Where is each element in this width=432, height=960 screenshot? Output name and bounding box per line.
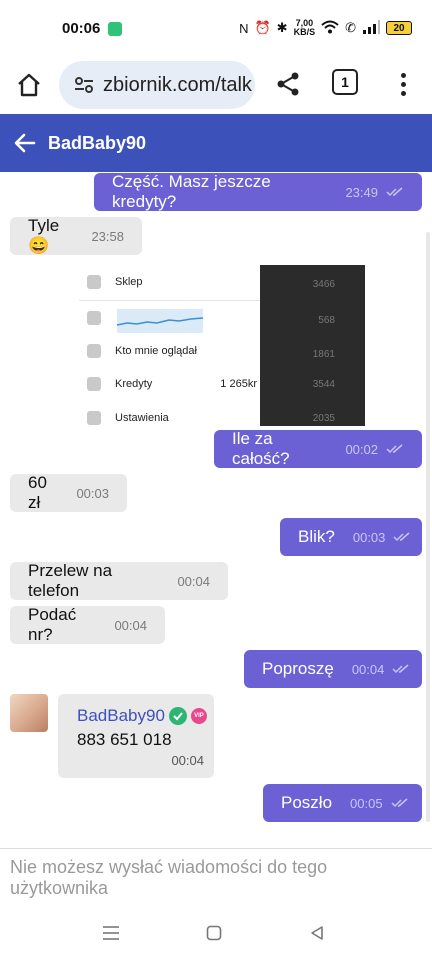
message-time: 23:49 bbox=[345, 184, 378, 200]
double-check-icon bbox=[393, 532, 411, 542]
contact-name[interactable]: BadBaby90 bbox=[77, 706, 165, 726]
coin-icon bbox=[87, 377, 101, 391]
image-row-credits: Kredyty 1 265kr bbox=[87, 377, 257, 391]
message-incoming: Przelew na telefon 00:04 bbox=[10, 561, 228, 600]
image-row-value: 3466 bbox=[312, 279, 335, 290]
notification-icon bbox=[108, 22, 123, 36]
chat-messages[interactable]: Część. Masz jeszcze kredyty? 23:49 Tyle😄… bbox=[0, 172, 432, 848]
chat-title: BadBaby90 bbox=[48, 132, 147, 153]
alarm-icon: ⏰ bbox=[254, 20, 271, 35]
cart-icon bbox=[87, 275, 101, 289]
signal-icon bbox=[362, 19, 380, 37]
message-text: Podać nr? bbox=[28, 605, 77, 644]
contact-phone: 883 651 018 bbox=[77, 730, 172, 749]
image-row-shop: Sklep bbox=[87, 275, 143, 289]
recents-button[interactable] bbox=[101, 924, 121, 942]
message-text: Poproszę bbox=[262, 659, 334, 678]
url-field[interactable]: zbiornik.com/talk bbox=[59, 61, 255, 109]
double-check-icon bbox=[391, 798, 409, 808]
message-outgoing: Część. Masz jeszcze kredyty? 23:49 bbox=[94, 172, 422, 211]
message-text: Część. Masz jeszcze kredyty? bbox=[112, 172, 271, 211]
network-speed-unit: KB/S bbox=[293, 27, 316, 37]
status-time: 00:06 bbox=[62, 19, 101, 37]
message-text: Poszło bbox=[281, 793, 333, 812]
call-icon: ✆ bbox=[345, 20, 356, 35]
square-icon bbox=[206, 925, 222, 941]
home-button[interactable] bbox=[9, 65, 49, 105]
message-time: 00:03 bbox=[76, 485, 109, 501]
more-menu-button[interactable] bbox=[393, 66, 413, 102]
cannot-send-notice: Nie możesz wysłać wiadomości do tego uży… bbox=[0, 848, 432, 906]
image-row-visitors: Kto mnie oglądał bbox=[87, 344, 197, 358]
chat-header: BadBaby90 bbox=[0, 114, 432, 172]
message-time: 00:04 bbox=[114, 617, 147, 633]
system-nav-bar bbox=[0, 906, 432, 960]
url-text: zbiornik.com/talk bbox=[103, 73, 252, 96]
menu-icon bbox=[103, 926, 119, 940]
share-icon bbox=[277, 72, 299, 96]
eye-icon bbox=[87, 344, 101, 358]
message-time: 23:58 bbox=[91, 228, 124, 244]
message-time: 00:02 bbox=[345, 441, 378, 457]
image-row-stats bbox=[87, 311, 115, 325]
bluetooth-icon: ✱ bbox=[276, 20, 288, 35]
arrow-left-icon bbox=[14, 133, 36, 153]
image-credits-amount: 1 265kr bbox=[220, 378, 257, 390]
home-nav-button[interactable] bbox=[204, 924, 224, 942]
chart-icon bbox=[87, 311, 101, 325]
message-outgoing: Blik? 00:03 bbox=[280, 518, 422, 556]
message-text: Tyle😄 bbox=[28, 216, 60, 255]
browser-toolbar: zbiornik.com/talk 1 bbox=[0, 56, 432, 114]
message-time: 00:04 bbox=[177, 573, 210, 589]
double-check-icon bbox=[392, 664, 410, 674]
tab-switcher-button[interactable]: 1 bbox=[332, 69, 358, 95]
image-row-label: Kredyty bbox=[115, 378, 153, 390]
network-speed: 7,00 KB/S bbox=[294, 19, 316, 37]
vip-badge: VIP bbox=[190, 708, 207, 724]
message-time: 00:05 bbox=[350, 795, 383, 811]
message-text: Ile za całość? bbox=[232, 429, 290, 468]
status-icons: N ⏰ ✱ 7,00 KB/S ✆ 20 bbox=[239, 19, 412, 37]
image-row-value: 2035 bbox=[312, 413, 335, 424]
message-text: Przelew na telefon bbox=[28, 561, 113, 600]
image-row-label: Kto mnie oglądał bbox=[115, 345, 197, 357]
image-row-label: Ustawienia bbox=[115, 412, 169, 424]
back-nav-button[interactable] bbox=[307, 924, 327, 942]
image-row-settings: Ustawienia bbox=[87, 411, 169, 425]
contact-card-message: BadBaby90 VIP 883 651 018 00:04 bbox=[58, 694, 214, 778]
message-time: 00:04 bbox=[351, 661, 385, 677]
gear-icon bbox=[87, 411, 101, 425]
image-graph bbox=[116, 309, 204, 333]
message-text: 60 zł bbox=[28, 473, 47, 512]
image-row-value: 1861 bbox=[312, 349, 335, 360]
nfc-icon: N bbox=[239, 20, 249, 36]
share-button[interactable] bbox=[270, 66, 306, 102]
double-check-icon bbox=[386, 187, 404, 197]
site-settings-icon[interactable] bbox=[73, 75, 95, 95]
battery-icon: 20 bbox=[386, 21, 412, 35]
image-row-label: Sklep bbox=[115, 276, 143, 288]
message-text: Blik? bbox=[298, 527, 335, 546]
message-incoming: Tyle😄 23:58 bbox=[10, 216, 142, 255]
image-row-value: 3544 bbox=[312, 379, 335, 390]
contact-name-row: BadBaby90 VIP bbox=[77, 706, 207, 726]
avatar[interactable] bbox=[10, 694, 48, 732]
message-time: 00:04 bbox=[171, 753, 204, 768]
check-circle-icon bbox=[168, 707, 187, 725]
double-check-icon bbox=[386, 444, 404, 454]
message-outgoing: Ile za całość? 00:02 bbox=[214, 429, 422, 468]
wifi-icon bbox=[321, 20, 339, 37]
message-outgoing: Poproszę 00:04 bbox=[244, 650, 422, 688]
message-incoming: Podać nr? 00:04 bbox=[10, 605, 165, 644]
message-incoming: 60 zł 00:03 bbox=[10, 473, 127, 512]
home-icon bbox=[18, 73, 40, 97]
status-bar: 00:06 N ⏰ ✱ 7,00 KB/S ✆ 20 bbox=[0, 0, 432, 56]
message-outgoing: Poszło 00:05 bbox=[263, 784, 422, 822]
image-row-value: 568 bbox=[318, 315, 335, 326]
scrollbar[interactable] bbox=[426, 232, 430, 822]
triangle-back-icon bbox=[311, 926, 323, 940]
back-button[interactable] bbox=[12, 130, 38, 156]
message-time: 00:03 bbox=[352, 529, 386, 545]
shared-image[interactable]: Sklep Kto mnie oglądał Kredyty 1 265kr Us… bbox=[79, 265, 365, 426]
